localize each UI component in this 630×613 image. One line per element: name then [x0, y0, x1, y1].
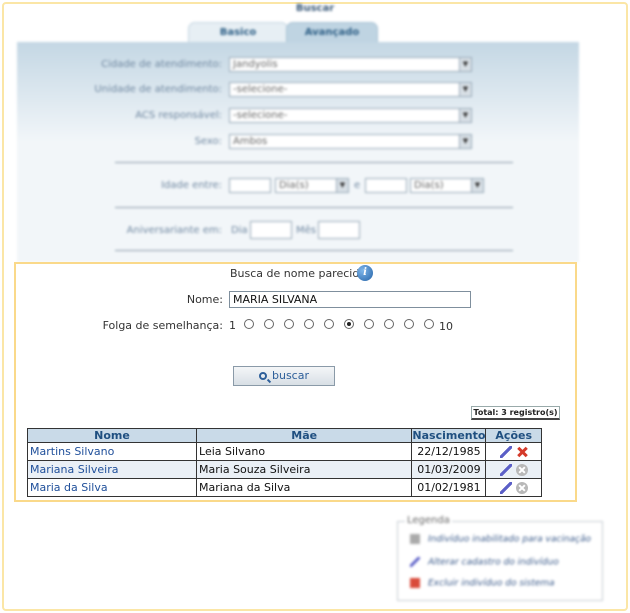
- sexo-label: Sexo:: [194, 136, 222, 147]
- mes-input[interactable]: [318, 221, 360, 239]
- tab-basic[interactable]: Basico: [188, 22, 288, 43]
- chevron-down-icon: ▼: [459, 58, 471, 71]
- divider: [115, 207, 513, 208]
- dia-input[interactable]: [250, 221, 292, 239]
- divider: [115, 162, 513, 163]
- column-header-mae[interactable]: Mãe: [196, 428, 413, 443]
- cell-nascimento: 01/03/2009: [411, 460, 487, 479]
- info-icon[interactable]: i: [357, 265, 373, 281]
- unidade-value: -selecione-: [233, 84, 288, 95]
- legend-label: Excluir indivíduo do sistema: [428, 578, 555, 589]
- red-x-icon: [410, 578, 420, 588]
- cell-acoes: [485, 478, 542, 497]
- legend-item-excluir: Excluir indivíduo do sistema: [410, 578, 555, 589]
- cell-mae: Mariana da Silva: [196, 478, 413, 497]
- folga-radio-10[interactable]: [424, 319, 434, 329]
- name-input[interactable]: [229, 291, 471, 308]
- cell-nascimento: 01/02/1981: [411, 478, 487, 497]
- chevron-down-icon: ▼: [459, 109, 471, 122]
- similar-name-title: Busca de nome parecido: [230, 267, 367, 280]
- name-label: Nome:: [186, 293, 223, 306]
- folga-radio-8[interactable]: [384, 319, 394, 329]
- acs-value: -selecione-: [233, 110, 288, 121]
- legend-label: Alterar cadastro do indivíduo: [428, 557, 559, 568]
- cell-mae: Leia Silvano: [196, 442, 413, 461]
- folga-max-label: 10: [439, 320, 453, 333]
- idade-unit-1-value: Dia(s): [279, 180, 309, 191]
- folga-radio-7[interactable]: [364, 319, 374, 329]
- chevron-down-icon: ▼: [459, 83, 471, 96]
- table-row: Mariana Silveira Maria Souza Silveira 01/0…: [26, 460, 542, 479]
- folga-radio-2[interactable]: [264, 319, 274, 329]
- cell-nascimento: 22/12/1985: [411, 442, 487, 461]
- folga-label: Folga de semelhança:: [102, 319, 223, 332]
- column-header-nascimento[interactable]: Nascimento: [411, 428, 487, 443]
- total-count: Total: 3 registro(s): [471, 406, 560, 420]
- acs-label: ACS responsável:: [135, 110, 222, 121]
- mes-label: Mês: [296, 225, 316, 236]
- cell-nome[interactable]: Maria da Silva: [26, 478, 198, 497]
- page-title: Buscar: [295, 3, 335, 14]
- idade-label: Idade entre:: [161, 180, 222, 191]
- table-header-row: Nome Mãe Nascimento Ações: [26, 428, 542, 443]
- delete-icon[interactable]: [515, 446, 528, 458]
- folga-radio-4[interactable]: [304, 319, 314, 329]
- cell-nome[interactable]: Martins Silvano: [26, 442, 198, 461]
- idade-min-input[interactable]: [229, 178, 271, 193]
- search-button[interactable]: buscar: [233, 366, 335, 386]
- acs-select[interactable]: -selecione- ▼: [229, 108, 472, 123]
- cidade-value: Jandyolis: [233, 59, 278, 70]
- chevron-down-icon: ▼: [459, 135, 471, 148]
- column-header-acoes: Ações: [485, 428, 542, 443]
- table-row: Martins Silvano Leia Silvano 22/12/1985: [26, 442, 542, 461]
- sexo-select[interactable]: Ambos ▼: [229, 134, 472, 149]
- chevron-down-icon: ▼: [471, 179, 483, 192]
- divider: [115, 250, 513, 251]
- tab-advanced[interactable]: Avançado: [286, 22, 378, 43]
- pencil-icon: [410, 557, 420, 567]
- idade-separator: e: [354, 180, 361, 191]
- cell-mae: Maria Souza Silveira: [196, 460, 413, 479]
- chevron-down-icon: ▼: [336, 179, 348, 192]
- legend-title: Legenda: [405, 515, 452, 526]
- idade-unit-select-2[interactable]: Dia(s) ▼: [410, 178, 484, 193]
- folga-radio-1[interactable]: [244, 319, 254, 329]
- folga-radio-6[interactable]: [344, 319, 354, 329]
- table-row: Maria da Silva Mariana da Silva 01/02/1981: [26, 478, 542, 497]
- aniversariante-label: Aniversariante em:: [126, 225, 222, 236]
- cell-acoes: [485, 460, 542, 479]
- folga-radio-9[interactable]: [404, 319, 414, 329]
- cidade-select[interactable]: Jandyolis ▼: [229, 57, 472, 72]
- legend-item-inabilitado: Indivíduo inabilitado para vacinação: [410, 534, 591, 545]
- results-table: Nome Mãe Nascimento Ações Martins Silvan…: [26, 428, 542, 497]
- edit-pencil-icon[interactable]: [499, 464, 512, 476]
- gray-square-icon: [410, 534, 420, 544]
- idade-unit-2-value: Dia(s): [414, 180, 444, 191]
- column-header-nome[interactable]: Nome: [26, 428, 198, 443]
- idade-max-input[interactable]: [365, 178, 407, 193]
- legend-label: Indivíduo inabilitado para vacinação: [428, 534, 592, 545]
- dia-label: Dia: [231, 225, 248, 236]
- edit-pencil-icon[interactable]: [499, 482, 512, 494]
- cell-acoes: [485, 442, 542, 461]
- unidade-select[interactable]: -selecione- ▼: [229, 82, 472, 97]
- unidade-label: Unidade de atendimento:: [94, 84, 222, 95]
- search-button-label: buscar: [272, 369, 309, 382]
- folga-radio-3[interactable]: [284, 319, 294, 329]
- delete-disabled-icon: [515, 482, 528, 494]
- cell-nome[interactable]: Mariana Silveira: [26, 460, 198, 479]
- folga-radio-5[interactable]: [324, 319, 334, 329]
- delete-disabled-icon: [515, 464, 528, 476]
- folga-min-label: 1: [229, 319, 236, 332]
- legend-item-alterar: Alterar cadastro do indivíduo: [410, 557, 559, 568]
- idade-unit-select-1[interactable]: Dia(s) ▼: [275, 178, 349, 193]
- sexo-value: Ambos: [233, 136, 268, 147]
- edit-pencil-icon[interactable]: [499, 446, 512, 458]
- search-icon: [259, 372, 267, 380]
- cidade-label: Cidade de atendimento:: [101, 59, 222, 70]
